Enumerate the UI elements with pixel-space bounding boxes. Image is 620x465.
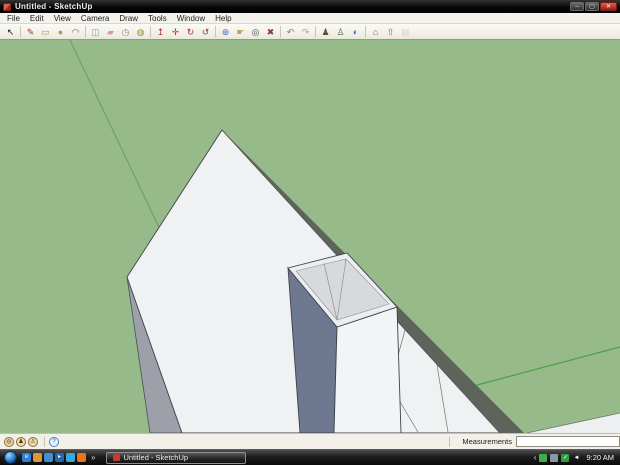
- google-earth-button-button[interactable]: ◐: [348, 25, 363, 39]
- msn-icon[interactable]: [66, 453, 75, 462]
- volume-icon[interactable]: ◄: [572, 454, 580, 462]
- toolbar: ↖ ✎ ▭ ● ◠ ◫ ▰ ◷ ◍ ↥ ✛ ↻ ↺ ⊛ ☛ ◎ ✖ ↶ ↷ ♟ ♙ ◐ ⌂ ⇧ ▦: [0, 24, 620, 40]
- rectangle-tool-button[interactable]: ▭: [38, 25, 53, 39]
- help-icon[interactable]: ?: [49, 436, 59, 447]
- paint-bucket-tool-button[interactable]: ◍: [133, 25, 148, 39]
- measurements-input[interactable]: [516, 436, 620, 447]
- menu-tools[interactable]: Tools: [143, 13, 172, 24]
- walk-tool-button[interactable]: ♙: [333, 25, 348, 39]
- credit-status-icon[interactable]: ♟: [16, 436, 26, 447]
- circle-tool-button[interactable]: ●: [53, 25, 68, 39]
- status-bar: ◍ ♟ ♙? Measurements: [0, 433, 620, 449]
- close-button[interactable]: ✕: [600, 2, 617, 11]
- ie-icon[interactable]: e: [22, 453, 31, 462]
- quick-launch-bar: e ▸: [22, 453, 86, 462]
- menu-edit[interactable]: Edit: [25, 13, 49, 24]
- geolocation-status-icon[interactable]: ◍: [4, 436, 14, 447]
- toolbar-separator: [150, 25, 151, 38]
- rotate-tool-button[interactable]: ↻: [183, 25, 198, 39]
- update-status-icon[interactable]: [550, 453, 559, 462]
- tower-right-face[interactable]: [333, 306, 402, 433]
- firefox-icon[interactable]: [77, 453, 86, 462]
- select-tool-button[interactable]: ↖: [3, 25, 18, 39]
- make-component-tool-button[interactable]: ◫: [88, 25, 103, 39]
- task-button-label: Untitled - SketchUp: [123, 453, 189, 462]
- window-controls: – ▢ ✕: [570, 2, 617, 11]
- signin-status-icon[interactable]: ♙: [28, 436, 38, 447]
- network-status-icon[interactable]: [539, 453, 548, 462]
- photo-textures-button-button[interactable]: ▦: [398, 25, 413, 39]
- toolbar-separator: [20, 25, 21, 38]
- move-tool-button[interactable]: ✛: [168, 25, 183, 39]
- toolbar-separator: [315, 25, 316, 38]
- start-button[interactable]: [4, 451, 17, 464]
- menu-window[interactable]: Window: [172, 13, 210, 24]
- titlebar[interactable]: Untitled - SketchUp – ▢ ✕: [0, 0, 620, 13]
- menu-bar: File Edit View Camera Draw Tools Window Help: [0, 13, 620, 24]
- get-models-button-button[interactable]: ⌂: [368, 25, 383, 39]
- tray-chevron[interactable]: ‹: [534, 453, 537, 462]
- menu-help[interactable]: Help: [210, 13, 236, 24]
- chrome-icon[interactable]: [33, 453, 42, 462]
- share-model-button-button[interactable]: ⇧: [383, 25, 398, 39]
- push-pull-tool-button[interactable]: ↥: [153, 25, 168, 39]
- taskbar: e ▸ » Untitled - SketchUp ‹ ✓ ◄ 9:20 AM: [0, 449, 620, 465]
- menu-camera[interactable]: Camera: [76, 13, 114, 24]
- previous-view-button[interactable]: ↶: [283, 25, 298, 39]
- toolbar-separator: [215, 25, 216, 38]
- sketchup-task-icon: [113, 454, 121, 461]
- window-title: Untitled - SketchUp: [15, 2, 93, 11]
- toolbar-separator: [280, 25, 281, 38]
- quick-launch-overflow[interactable]: »: [91, 453, 95, 462]
- status-icons: ◍ ♟ ♙?: [4, 436, 61, 447]
- offset-tool-button[interactable]: ↺: [198, 25, 213, 39]
- orbit-tool-button[interactable]: ⊛: [218, 25, 233, 39]
- zoom-extents-tool-button[interactable]: ✖: [263, 25, 278, 39]
- toolbar-separator: [365, 25, 366, 38]
- zoom-tool-button[interactable]: ◎: [248, 25, 263, 39]
- messenger-icon[interactable]: [44, 453, 53, 462]
- toolbar-separator: [85, 25, 86, 38]
- viewport-3d[interactable]: [0, 40, 620, 433]
- menu-file[interactable]: File: [2, 13, 25, 24]
- arc-tool-button[interactable]: ◠: [68, 25, 83, 39]
- tape-measure-tool-button[interactable]: ◷: [118, 25, 133, 39]
- screen: Untitled - SketchUp – ▢ ✕ File Edit View Ca…: [0, 0, 620, 465]
- sketchup-logo-icon: [3, 2, 11, 11]
- security-status-icon[interactable]: ✓: [561, 453, 570, 462]
- media-player-icon[interactable]: ▸: [55, 453, 64, 462]
- maximize-button[interactable]: ▢: [585, 2, 599, 11]
- menu-draw[interactable]: Draw: [114, 13, 143, 24]
- minimize-button[interactable]: –: [570, 2, 584, 11]
- model-canvas[interactable]: [0, 40, 620, 433]
- taskbar-task-button[interactable]: Untitled - SketchUp: [106, 451, 247, 464]
- menu-view[interactable]: View: [49, 13, 76, 24]
- taskbar-clock: 9:20 AM: [586, 453, 614, 462]
- line-tool-button[interactable]: ✎: [23, 25, 38, 39]
- measurements-label: Measurements: [462, 437, 512, 446]
- tray-icons: ✓ ◄: [539, 453, 580, 462]
- statusbar-separator: [44, 436, 45, 447]
- statusbar-separator: [449, 436, 451, 447]
- next-view-button[interactable]: ↷: [298, 25, 313, 39]
- position-camera-tool-button[interactable]: ♟: [318, 25, 333, 39]
- system-tray: ‹ ✓ ◄ 9:20 AM: [534, 453, 616, 462]
- pan-tool-button[interactable]: ☛: [233, 25, 248, 39]
- eraser-tool-button[interactable]: ▰: [103, 25, 118, 39]
